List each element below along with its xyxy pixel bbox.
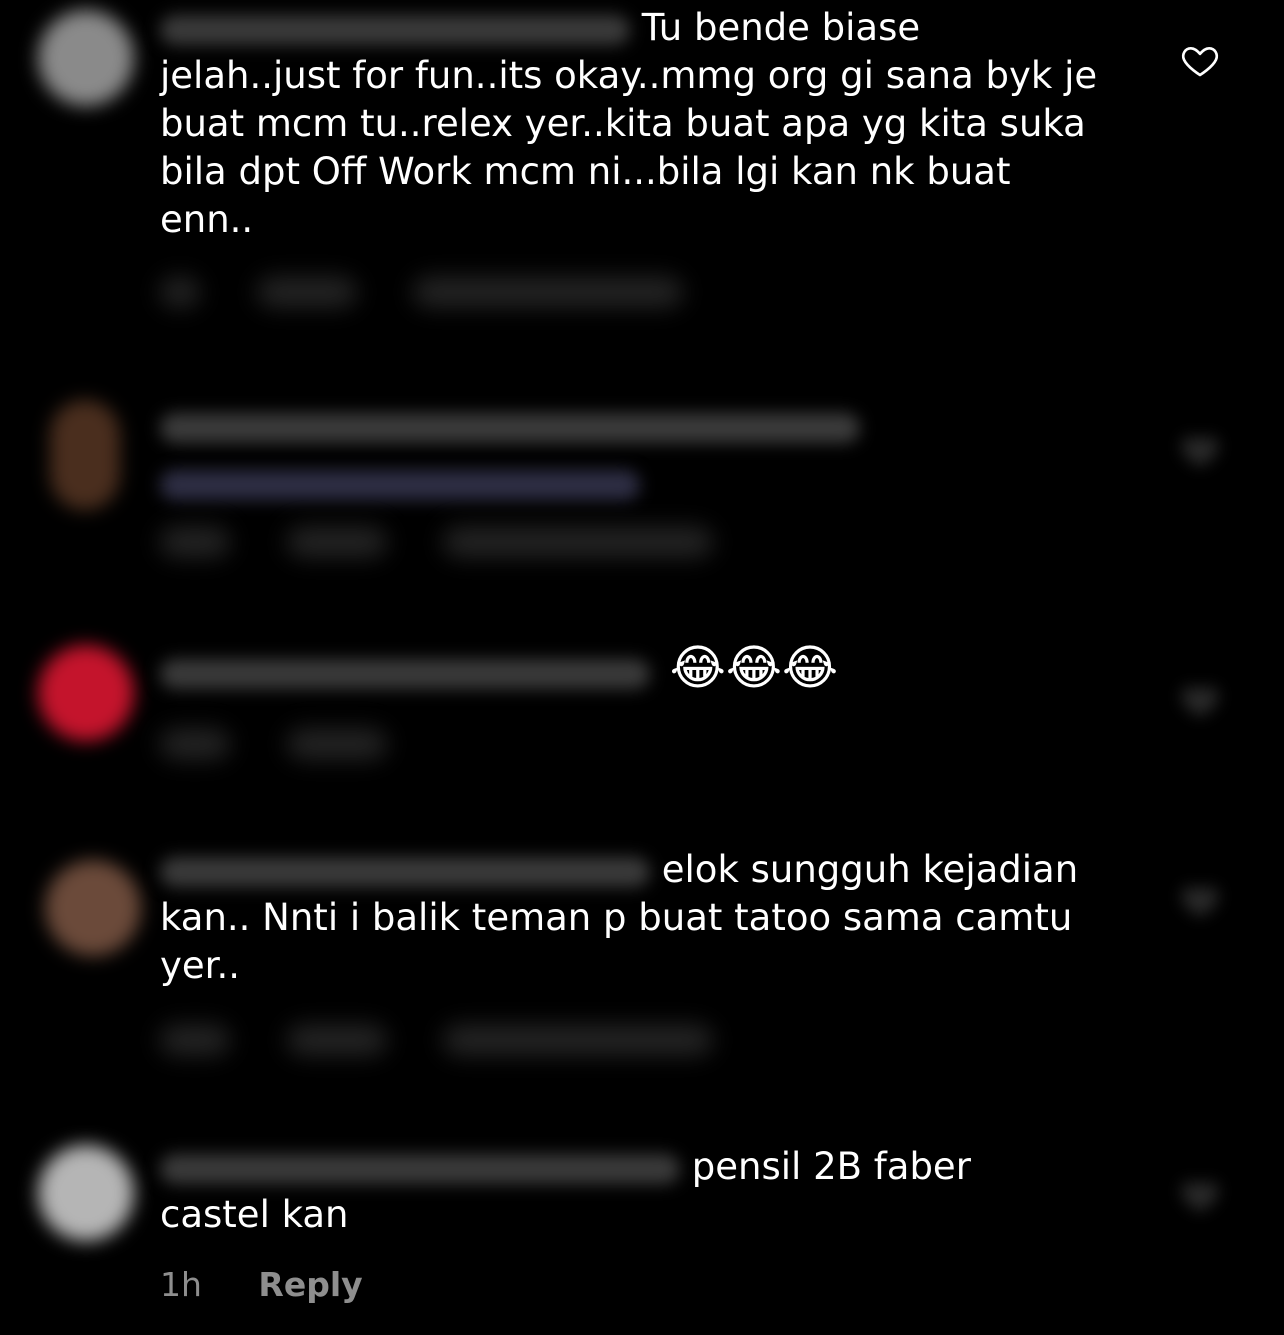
username-blurred[interactable] (160, 14, 630, 45)
comment-text-line1: Tu bende biase (641, 6, 921, 49)
comment-text: pensil 2B faber castel kan (160, 1143, 1100, 1239)
heart-outline-icon[interactable] (1180, 880, 1220, 920)
username-blurred[interactable] (160, 658, 650, 689)
avatar[interactable] (38, 645, 134, 741)
comment-text: 😂😂😂 (160, 644, 1100, 696)
comment-text: elok sungguh kejadian kan.. Nnti i balik… (160, 846, 1100, 990)
comment-text-blurred (160, 402, 1100, 500)
comment-text-line1: elok sungguh kejadian (661, 848, 1079, 891)
comment-item: Tu bende biase jelah..just for fun..its … (0, 0, 1284, 340)
heart-outline-icon[interactable] (1180, 40, 1220, 80)
comment-text-rest: jelah..just for fun..its okay..mmg org g… (160, 54, 1098, 241)
comment-meta-blurred (160, 722, 433, 762)
comment-meta-blurred (160, 270, 729, 310)
comment-item: pensil 2B faber castel kan 1h Reply (0, 1135, 1284, 1335)
comment-text: Tu bende biase jelah..just for fun..its … (160, 4, 1100, 244)
comment-meta: 1h Reply (160, 1265, 409, 1305)
comment-meta-blurred (160, 1018, 759, 1058)
username-blurred[interactable] (160, 1153, 680, 1184)
heart-outline-icon[interactable] (1180, 680, 1220, 720)
comment-time: 1h (160, 1265, 202, 1304)
avatar[interactable] (38, 1145, 134, 1241)
comment-item: 😂😂😂 (0, 630, 1284, 780)
reply-button[interactable]: Reply (258, 1265, 362, 1304)
avatar[interactable] (45, 860, 141, 956)
comment-meta-blurred (160, 520, 759, 560)
comment-item: elok sungguh kejadian kan.. Nnti i balik… (0, 840, 1284, 1080)
comment-text-rest: castel kan (160, 1193, 349, 1236)
username-blurred[interactable] (160, 856, 650, 887)
comment-text-rest: kan.. Nnti i balik teman p buat tatoo sa… (160, 896, 1073, 987)
laughing-emoji: 😂😂😂 (669, 640, 839, 696)
comment-item (0, 380, 1284, 580)
heart-outline-icon[interactable] (1180, 1175, 1220, 1215)
avatar[interactable] (50, 400, 120, 510)
avatar[interactable] (38, 10, 134, 106)
heart-outline-icon[interactable] (1180, 430, 1220, 470)
comment-text-line1: pensil 2B faber (691, 1145, 971, 1188)
